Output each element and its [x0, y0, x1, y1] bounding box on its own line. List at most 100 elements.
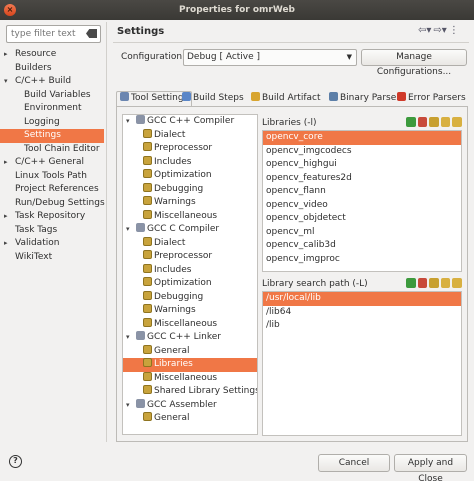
nav-item-task-tags[interactable]: Task Tags: [0, 224, 104, 238]
delete-icon[interactable]: [417, 278, 428, 288]
add-icon[interactable]: [406, 278, 416, 288]
move-down-icon[interactable]: [452, 278, 462, 288]
tab-error-parsers[interactable]: Error Parsers: [397, 92, 466, 106]
expand-down-icon[interactable]: ▾: [126, 399, 130, 413]
nav-item-resource[interactable]: ▸ Resource: [0, 48, 104, 62]
tree-category[interactable]: ▾ GCC C++ Compiler: [123, 115, 257, 129]
tree-leaf[interactable]: Preprocessor: [123, 142, 257, 156]
expand-down-icon[interactable]: ▾: [126, 223, 130, 237]
tree-leaf[interactable]: Warnings: [123, 196, 257, 210]
tree-leaf[interactable]: Warnings: [123, 304, 257, 318]
tree-leaf[interactable]: Preprocessor: [123, 250, 257, 264]
option-category-icon: [143, 263, 152, 273]
tree-category[interactable]: ▾ GCC Assembler: [123, 398, 257, 413]
nav-item-project-references[interactable]: Project References: [0, 183, 104, 197]
tree-leaf[interactable]: Optimization: [123, 277, 257, 291]
search-path-item[interactable]: /lib64: [263, 306, 461, 320]
back-icon[interactable]: ⇦▾: [418, 25, 431, 36]
tree-leaf[interactable]: Dialect: [123, 236, 257, 251]
nav-item-label: C/C++ General: [15, 157, 85, 167]
move-up-icon[interactable]: [440, 117, 451, 127]
nav-item-build-variables[interactable]: Build Variables: [0, 89, 104, 103]
tab-tool-settings[interactable]: Tool Settings: [116, 91, 193, 106]
tab-build-artifact[interactable]: Build Artifact: [251, 92, 321, 106]
close-window-icon[interactable]: ×: [4, 4, 16, 16]
nav-item-label: Project References: [15, 184, 99, 194]
nav-item-task-repository[interactable]: ▸ Task Repository: [0, 210, 104, 224]
tree-leaf[interactable]: Shared Library Settings: [123, 385, 257, 399]
property-page-tree[interactable]: ▸ Resource Builders ▾ C/C++ Build Build Varia…: [0, 48, 105, 265]
library-item[interactable]: opencv_features2d: [263, 172, 461, 186]
nav-item-tool-chain-editor[interactable]: Tool Chain Editor: [0, 143, 104, 157]
expand-right-icon[interactable]: ▸: [4, 210, 8, 224]
search-path-item[interactable]: /lib: [263, 319, 461, 333]
library-item[interactable]: opencv_flann: [263, 185, 461, 199]
configuration-select[interactable]: Debug [ Active ] ▼: [183, 49, 357, 66]
forward-icon[interactable]: ⇨▾: [433, 25, 446, 36]
move-down-icon[interactable]: [452, 117, 462, 127]
tree-category[interactable]: ▾ GCC C Compiler: [123, 223, 257, 237]
clear-filter-icon[interactable]: [86, 29, 97, 38]
tool-settings-tree[interactable]: ▾ GCC C++ Compiler Dialect Preprocessor Incl…: [122, 114, 258, 435]
nav-item-logging[interactable]: Logging: [0, 116, 104, 130]
header-divider: [113, 42, 469, 43]
tree-leaf[interactable]: Debugging: [123, 182, 257, 197]
tree-leaf[interactable]: General: [123, 412, 257, 426]
tree-leaf[interactable]: Miscellaneous: [123, 371, 257, 386]
expand-right-icon[interactable]: ▸: [4, 156, 8, 170]
search-path-item[interactable]: /usr/local/lib: [263, 292, 461, 306]
expand-down-icon[interactable]: ▾: [126, 331, 130, 345]
nav-item-settings[interactable]: Settings: [0, 129, 104, 143]
tree-leaf[interactable]: General: [123, 344, 257, 359]
library-item[interactable]: opencv_imgcodecs: [263, 145, 461, 159]
library-item[interactable]: opencv_objdetect: [263, 212, 461, 226]
nav-item-validation[interactable]: ▸ Validation: [0, 237, 104, 251]
search-path-list[interactable]: /usr/local/lib/lib64/lib: [262, 291, 462, 436]
tree-leaf[interactable]: Libraries: [123, 358, 257, 372]
tab-binary-parsers[interactable]: Binary Parsers: [329, 92, 405, 106]
tab-label: Build Steps: [193, 93, 244, 103]
library-item[interactable]: opencv_video: [263, 199, 461, 213]
tree-leaf[interactable]: Optimization: [123, 169, 257, 183]
tree-leaf[interactable]: Includes: [123, 155, 257, 170]
help-icon[interactable]: ?: [9, 455, 22, 468]
nav-item-c-c-general[interactable]: ▸ C/C++ General: [0, 156, 104, 170]
nav-item-wikitext[interactable]: WikiText: [0, 251, 104, 265]
library-item[interactable]: opencv_imgproc: [263, 253, 461, 267]
apply-and-close-button[interactable]: Apply and Close: [394, 454, 467, 481]
filter-input[interactable]: [7, 26, 85, 42]
filter-field[interactable]: [6, 25, 101, 43]
option-category-icon: [143, 277, 152, 286]
tree-item-label: Includes: [154, 264, 192, 275]
expand-down-icon[interactable]: ▾: [4, 75, 8, 89]
nav-item-environment[interactable]: Environment: [0, 102, 104, 116]
manage-configurations-button[interactable]: Manage Configurations...: [361, 49, 467, 77]
tree-leaf[interactable]: Dialect: [123, 128, 257, 143]
library-item[interactable]: opencv_ml: [263, 226, 461, 240]
menu-icon[interactable]: ⋮: [449, 25, 459, 36]
nav-item-linux-tools-path[interactable]: Linux Tools Path: [0, 170, 104, 184]
tree-leaf[interactable]: Miscellaneous: [123, 317, 257, 332]
edit-icon[interactable]: [429, 278, 439, 288]
move-up-icon[interactable]: [440, 278, 451, 288]
expand-down-icon[interactable]: ▾: [126, 115, 130, 129]
tree-category[interactable]: ▾ GCC C++ Linker: [123, 331, 257, 345]
nav-item-run-debug-settings[interactable]: Run/Debug Settings: [0, 197, 105, 211]
tab-build-steps[interactable]: Build Steps: [182, 92, 244, 106]
expand-right-icon[interactable]: ▸: [4, 237, 8, 251]
add-icon[interactable]: [406, 117, 416, 127]
nav-item-c-c-build[interactable]: ▾ C/C++ Build: [0, 75, 104, 89]
sash-divider[interactable]: [106, 22, 107, 442]
tree-leaf[interactable]: Miscellaneous: [123, 209, 257, 224]
library-item[interactable]: opencv_highgui: [263, 158, 461, 172]
delete-icon[interactable]: [417, 117, 428, 127]
cancel-button[interactable]: Cancel: [318, 454, 390, 472]
library-item[interactable]: opencv_core: [263, 131, 461, 145]
expand-right-icon[interactable]: ▸: [4, 48, 8, 62]
library-item[interactable]: opencv_calib3d: [263, 239, 461, 253]
tree-leaf[interactable]: Debugging: [123, 290, 257, 305]
libraries-list[interactable]: opencv_core opencv_imgcodecs opencv_highgu…: [262, 130, 462, 272]
edit-icon[interactable]: [429, 117, 439, 127]
nav-item-builders[interactable]: Builders: [0, 62, 104, 76]
tree-leaf[interactable]: Includes: [123, 263, 257, 278]
